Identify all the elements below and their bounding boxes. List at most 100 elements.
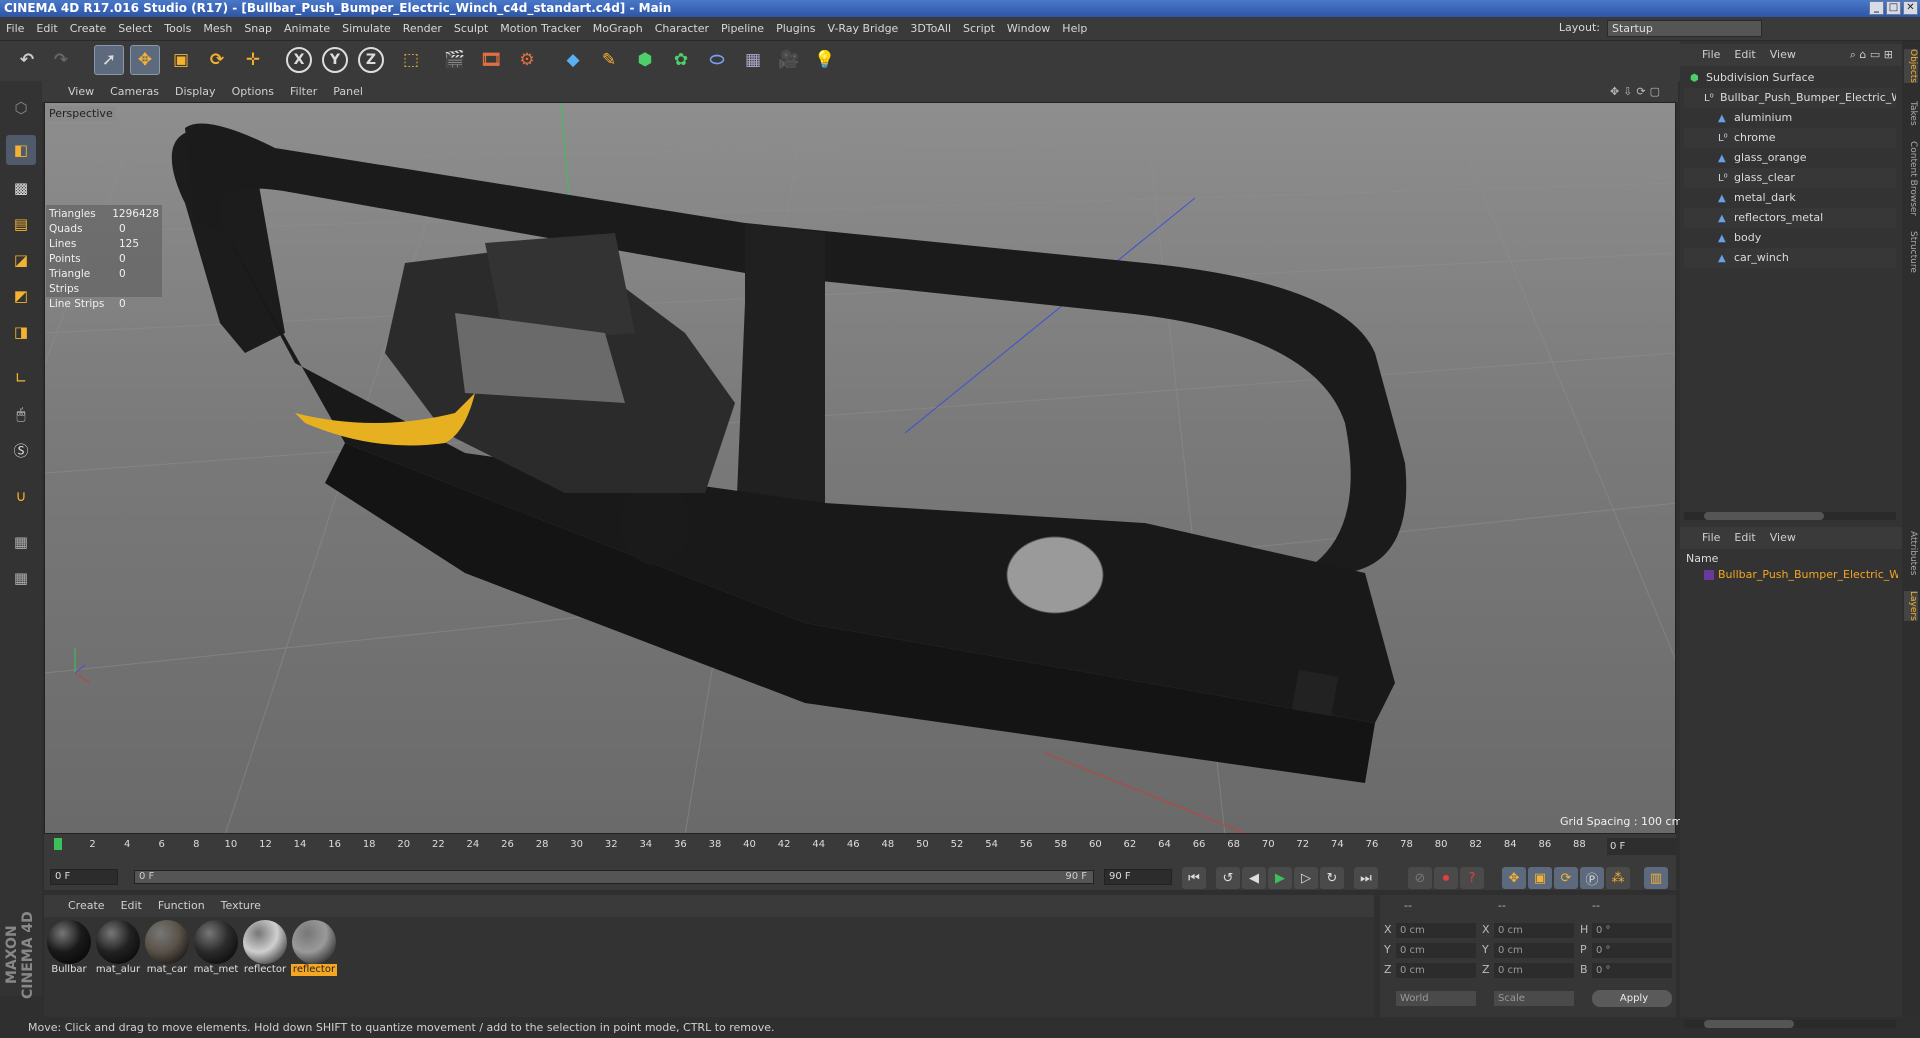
record-active-icon[interactable]: ⏺ [1434,867,1458,889]
snap-icon[interactable]: Ⓢ [6,435,36,465]
maximize-button[interactable]: □ [1886,1,1901,15]
menu-window[interactable]: Window [1001,17,1056,41]
camera-icon[interactable]: 🎥 [774,45,804,75]
material-swatch[interactable]: mat_car [144,920,190,978]
layer-menu-view[interactable]: View [1763,527,1803,549]
key-rotation-icon[interactable]: ⟳ [1554,867,1578,889]
key-pla-icon[interactable]: ⁂ [1606,867,1630,889]
go-to-start-icon[interactable]: ⏮ [1182,867,1206,889]
object-menu-edit[interactable]: Edit [1727,44,1762,66]
layer-scrollbar-thumb[interactable] [1704,1020,1794,1028]
object-menu-file[interactable]: File [1680,44,1727,66]
model-mode-icon[interactable]: ◧ [6,135,36,165]
coord-scale-select[interactable]: Scale [1494,991,1574,1006]
object-menu-view[interactable]: View [1763,44,1803,66]
light-icon[interactable]: 💡 [810,45,840,75]
move-icon[interactable]: ✥ [130,45,160,75]
coord-pos-x-field[interactable]: 0 cm [1396,923,1476,938]
menu-mesh[interactable]: Mesh [197,17,238,41]
layer-menu-edit[interactable]: Edit [1727,527,1762,549]
material-menu-create[interactable]: Create [44,895,113,917]
tab-layers[interactable]: Layers [1904,591,1918,621]
edges-mode-icon[interactable]: ◩ [6,281,36,311]
viewport-menu-cameras[interactable]: Cameras [102,81,167,102]
timeline-ruler[interactable]: 0246810121416182022242628303234363840424… [44,834,1676,864]
go-to-end-icon[interactable]: ⏭ [1354,867,1378,889]
material-swatch[interactable]: mat_met [193,920,239,978]
x-axis-lock-icon[interactable]: X [286,47,312,73]
coord-size-y-field[interactable]: 0 cm [1494,943,1574,958]
menu-render[interactable]: Render [397,17,448,41]
key-parameter-icon[interactable]: Ⓟ [1580,867,1604,889]
layout-select[interactable]: Startup [1607,20,1762,37]
menu-edit[interactable]: Edit [30,17,63,41]
menu-script[interactable]: Script [957,17,1001,41]
object-manager-tools-icons[interactable]: ⌕ ⌂ ▭ ⊞ [1843,44,1900,66]
coord-rot-b-field[interactable]: 0 ° [1592,963,1672,978]
workplane-icon[interactable]: ▤ [6,209,36,239]
live-selection-icon[interactable]: ➚ [94,45,124,75]
menu-select[interactable]: Select [112,17,158,41]
next-frame-icon[interactable]: ▷ [1294,867,1318,889]
coord-rot-h-field[interactable]: 0 ° [1592,923,1672,938]
cloner-icon[interactable]: ✿ [666,45,696,75]
end-frame-field[interactable]: 90 F [1104,869,1172,885]
timeline-window-icon[interactable]: ▥ [1644,867,1668,889]
object-row[interactable]: ▲ aluminium [1684,108,1896,128]
texture-mode-icon[interactable]: ▩ [6,173,36,203]
pen-spline-icon[interactable]: ✎ [594,45,624,75]
tab-structure[interactable]: Structure [1904,231,1918,273]
object-row[interactable]: L⁰ Bullbar_Push_Bumper_Electric_Win [1684,88,1896,108]
menu-tools[interactable]: Tools [158,17,197,41]
menu-vray-bridge[interactable]: V-Ray Bridge [821,17,904,41]
3d-viewport[interactable] [44,102,1676,834]
material-swatch[interactable]: reflector [291,920,337,978]
object-row[interactable]: ▲ car_winch [1684,248,1896,268]
rotate-icon[interactable]: ⟳ [202,45,232,75]
object-row[interactable]: ⬢ Subdivision Surface [1684,68,1896,88]
transform-icon[interactable]: ✛ [238,45,268,75]
layer-scrollbar[interactable] [1684,1020,1896,1028]
menu-help[interactable]: Help [1056,17,1093,41]
apply-button[interactable]: Apply [1592,990,1672,1007]
material-menu-function[interactable]: Function [150,895,213,917]
current-frame-field[interactable]: 0 F [1607,838,1677,855]
object-row[interactable]: ▲ glass_orange [1684,148,1896,168]
points-mode-icon[interactable]: ◪ [6,245,36,275]
coord-pos-y-field[interactable]: 0 cm [1396,943,1476,958]
autokey-icon[interactable]: ? [1460,867,1484,889]
menu-sculpt[interactable]: Sculpt [448,17,494,41]
record-disabled-icon[interactable]: ⊘ [1408,867,1432,889]
menu-snap[interactable]: Snap [238,17,278,41]
deformer-icon[interactable]: ⬭ [702,45,732,75]
start-frame-field[interactable]: 0 F [50,869,118,885]
menu-3dtoall[interactable]: 3DToAll [904,17,957,41]
planar-workplane-icon[interactable]: ▦ [6,563,36,593]
menu-simulate[interactable]: Simulate [336,17,397,41]
cube-icon[interactable]: ◆ [558,45,588,75]
make-editable-icon[interactable]: ⬡ [6,93,36,123]
z-axis-lock-icon[interactable]: Z [358,47,384,73]
play-icon[interactable]: ▶ [1268,867,1292,889]
previous-frame-icon[interactable]: ◀ [1242,867,1266,889]
key-position-icon[interactable]: ✥ [1502,867,1526,889]
coord-rot-p-field[interactable]: 0 ° [1592,943,1672,958]
coord-size-x-field[interactable]: 0 cm [1494,923,1574,938]
menu-motion-tracker[interactable]: Motion Tracker [494,17,586,41]
menu-file[interactable]: File [0,17,30,41]
menu-plugins[interactable]: Plugins [770,17,821,41]
menu-mograph[interactable]: MoGraph [587,17,649,41]
viewport-menu-display[interactable]: Display [167,81,224,102]
viewport-nav-icons[interactable]: ✥⇩⟳▢ [1602,81,1672,102]
object-row[interactable]: L⁰ glass_clear [1684,168,1896,188]
render-picture-viewer-icon[interactable]: 🎞 [476,45,506,75]
y-axis-lock-icon[interactable]: Y [322,47,348,73]
object-row[interactable]: ▲ metal_dark [1684,188,1896,208]
viewport-menu-options[interactable]: Options [224,81,282,102]
timeline-playhead[interactable] [54,838,62,850]
lock-workplane-icon[interactable]: ▦ [6,527,36,557]
polygons-mode-icon[interactable]: ◨ [6,317,36,347]
previous-keyframe-icon[interactable]: ↺ [1216,867,1240,889]
material-swatch[interactable]: Bullbar [46,920,92,978]
tab-content-browser[interactable]: Content Browser [1904,141,1918,216]
